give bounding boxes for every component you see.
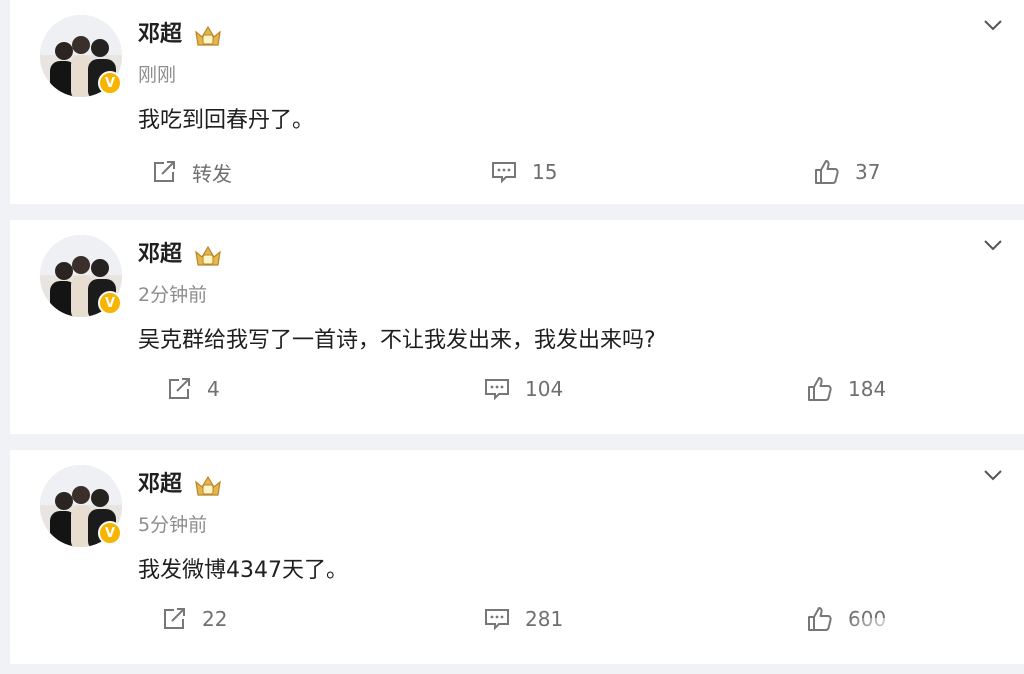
- post-card: V 邓超 2分钟前 吴克群给我写了一首诗，不让我发出来，我发出来吗? 4 104…: [10, 220, 1024, 434]
- crown-icon: [195, 245, 221, 266]
- crown-icon: [195, 475, 221, 496]
- username[interactable]: 邓超: [138, 470, 182, 500]
- repost-label: 转发: [192, 161, 232, 186]
- post-text: 我吃到回春丹了。: [138, 108, 315, 133]
- share-icon: [169, 378, 190, 399]
- verified-badge-icon: V: [98, 71, 122, 95]
- like-count: 184: [848, 377, 887, 401]
- share-icon: [164, 608, 185, 629]
- comment-count: 281: [525, 607, 564, 631]
- repost-count: 4: [207, 377, 220, 401]
- post-text: 吴克群给我写了一首诗，不让我发出来，我发出来吗?: [138, 328, 656, 353]
- repost-button[interactable]: 转发: [150, 157, 232, 187]
- like-count: 37: [855, 160, 881, 184]
- post-time: 5分钟前: [138, 514, 208, 536]
- crown-icon: [195, 25, 221, 46]
- post-text: 我发微博4347天了。: [138, 558, 348, 583]
- comment-icon: [485, 609, 509, 631]
- comment-button[interactable]: 15: [490, 157, 557, 187]
- thumbs-up-icon: [808, 607, 832, 631]
- post-time: 2分钟前: [138, 284, 208, 306]
- comment-icon: [485, 379, 509, 401]
- fade-overlay: [845, 618, 1024, 658]
- verified-badge-icon: V: [98, 291, 122, 315]
- comment-button[interactable]: 104: [483, 374, 563, 404]
- post-time: 刚刚: [138, 64, 177, 86]
- chevron-down-icon[interactable]: [982, 234, 1004, 256]
- post-card: V 邓超 刚刚 我吃到回春丹了。 转发 15 37: [10, 0, 1024, 204]
- chevron-down-icon[interactable]: [982, 464, 1004, 486]
- verified-badge-icon: V: [98, 521, 122, 545]
- repost-button[interactable]: 4: [165, 374, 220, 404]
- username[interactable]: 邓超: [138, 240, 182, 270]
- repost-count: 22: [202, 607, 228, 631]
- username[interactable]: 邓超: [138, 20, 182, 50]
- thumbs-up-icon: [808, 377, 832, 401]
- comment-count: 15: [532, 160, 558, 184]
- repost-button[interactable]: 22: [160, 604, 227, 634]
- chevron-down-icon[interactable]: [982, 14, 1004, 36]
- comment-count: 104: [525, 377, 564, 401]
- comment-button[interactable]: 281: [483, 604, 563, 634]
- thumbs-up-icon: [815, 160, 839, 184]
- like-button[interactable]: 37: [813, 157, 880, 187]
- comment-icon: [492, 162, 516, 184]
- like-button[interactable]: 184: [806, 374, 886, 404]
- share-icon: [154, 161, 175, 182]
